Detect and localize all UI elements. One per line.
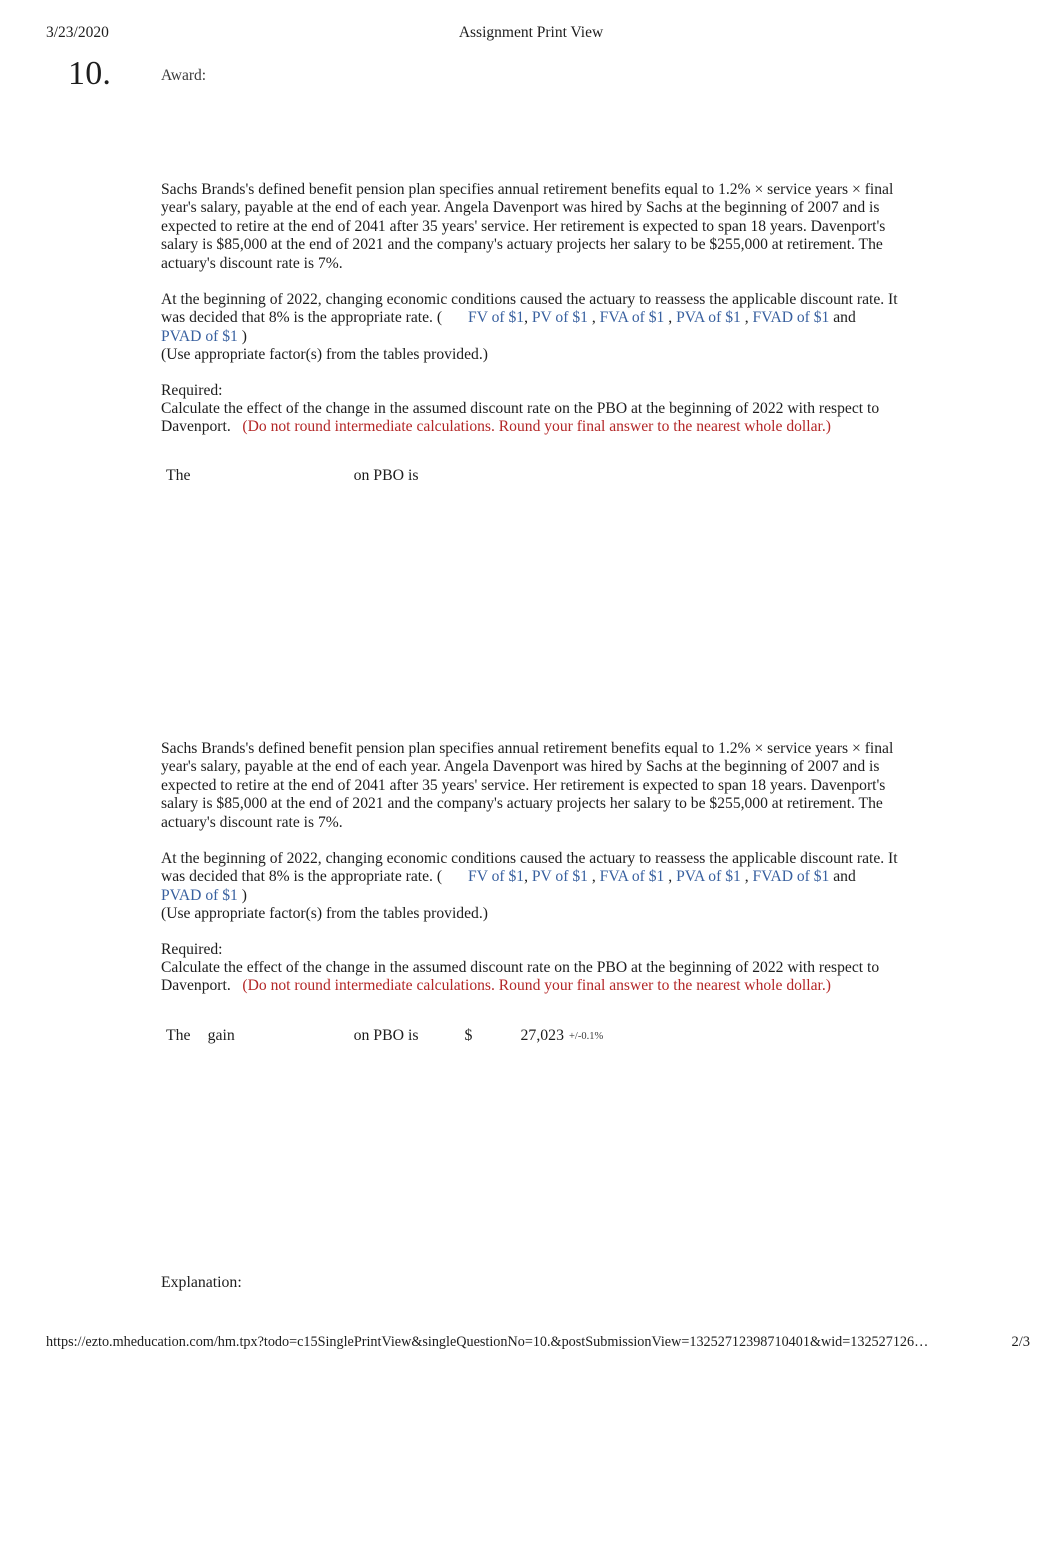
link-fva-of-1[interactable]: FVA of $1 [600, 309, 665, 326]
required-text: Calculate the effect of the change in th… [161, 400, 921, 437]
rounding-note: (Do not round intermediate calculations.… [242, 418, 831, 436]
link-pv-of-1[interactable]: PV of $1 [532, 309, 588, 326]
link-separator: , [668, 309, 673, 327]
link-conjunction: and [833, 868, 856, 886]
answer-tolerance: +/-0.1% [568, 1031, 604, 1042]
question-body-blank: Sachs Brands's defined benefit pension p… [161, 181, 921, 437]
link-fv-of-1[interactable]: FV of $1 [468, 868, 524, 885]
explanation-label: Explanation: [161, 1274, 242, 1291]
answer-value[interactable]: 27,023 [521, 1025, 564, 1047]
link-conjunction: and [833, 309, 856, 327]
question-number: 10. [68, 55, 112, 92]
answer-middle-text: on PBO is [353, 1027, 419, 1044]
question-number-row: 10. Award: [0, 55, 1062, 96]
answer-currency-symbol: $ [464, 1027, 473, 1044]
link-pv-of-1[interactable]: PV of $1 [532, 868, 588, 885]
answer-row-blank: The on PBO is [166, 465, 521, 487]
award-label: Award: [161, 67, 207, 84]
link-separator: , [591, 309, 596, 327]
footer-page-number: 2/3 [1011, 1334, 1030, 1350]
link-pvad-of-1[interactable]: PVAD of $1 [161, 887, 238, 904]
required-text: Calculate the effect of the change in th… [161, 959, 921, 996]
discount-rate-paragraph: At the beginning of 2022, changing econo… [161, 291, 921, 346]
closing-paren: ) [241, 327, 247, 345]
link-separator: , [591, 868, 596, 886]
discount-rate-paragraph: At the beginning of 2022, changing econo… [161, 850, 921, 905]
scenario-paragraph: Sachs Brands's defined benefit pension p… [161, 181, 894, 272]
link-pva-of-1[interactable]: PVA of $1 [676, 309, 741, 326]
answer-prefix: The [166, 467, 191, 484]
rounding-note: (Do not round intermediate calculations.… [242, 977, 831, 995]
link-fv-of-1[interactable]: FV of $1 [468, 309, 524, 326]
link-pva-of-1[interactable]: PVA of $1 [676, 868, 741, 885]
use-factors-note: (Use appropriate factor(s) from the tabl… [161, 905, 488, 923]
use-factors-note: (Use appropriate factor(s) from the tabl… [161, 346, 488, 364]
print-header: 3/23/2020 Assignment Print View [0, 22, 1062, 44]
closing-paren: ) [241, 886, 247, 904]
link-fvad-of-1[interactable]: FVAD of $1 [753, 868, 830, 885]
print-footer: https://ezto.mheducation.com/hm.tpx?todo… [0, 1331, 1062, 1353]
link-fvad-of-1[interactable]: FVAD of $1 [753, 309, 830, 326]
link-separator: , [668, 868, 673, 886]
answer-row-filled: The gain on PBO is $27,023 +/-0.1% [166, 1025, 603, 1048]
link-fva-of-1[interactable]: FVA of $1 [600, 868, 665, 885]
answer-prefix: The [166, 1027, 191, 1044]
link-separator: , [744, 868, 749, 886]
scenario-paragraph: Sachs Brands's defined benefit pension p… [161, 740, 894, 831]
question-body-filled: Sachs Brands's defined benefit pension p… [161, 740, 921, 996]
answer-middle-text: on PBO is [353, 467, 419, 484]
required-label: Required: [161, 381, 223, 399]
header-title: Assignment Print View [458, 24, 604, 41]
print-page: 3/23/2020 Assignment Print View 10. Awar… [0, 0, 1062, 1561]
required-label: Required: [161, 940, 223, 958]
answer-effect-word[interactable]: gain [208, 1025, 354, 1047]
link-pvad-of-1[interactable]: PVAD of $1 [161, 328, 238, 345]
footer-url: https://ezto.mheducation.com/hm.tpx?todo… [46, 1334, 929, 1350]
link-separator: , [524, 868, 528, 886]
link-separator: , [744, 309, 749, 327]
link-separator: , [524, 309, 528, 327]
